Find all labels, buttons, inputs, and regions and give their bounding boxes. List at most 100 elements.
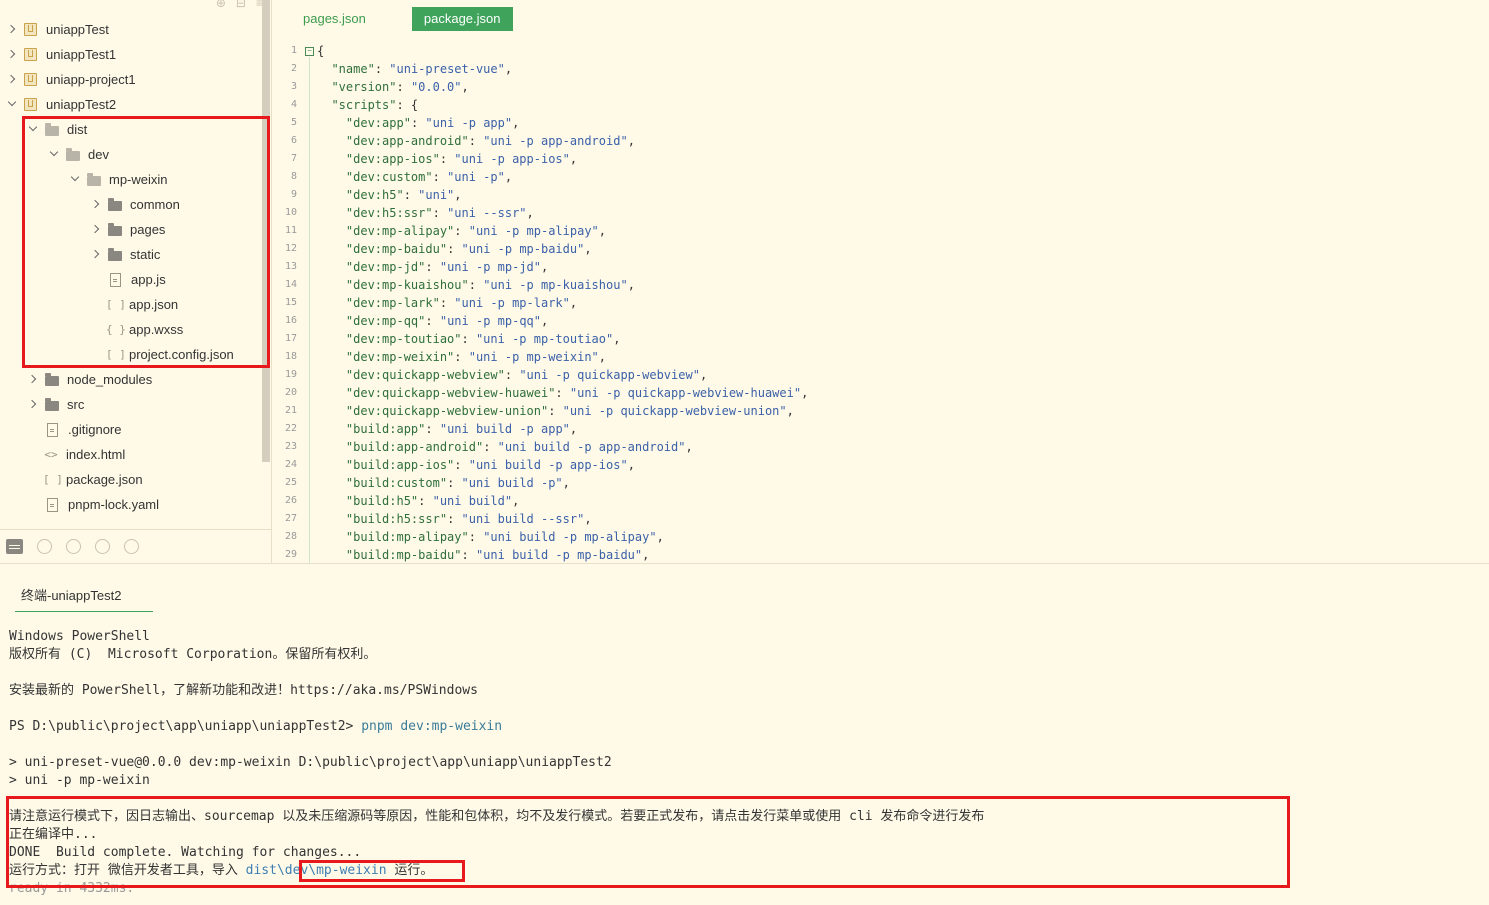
line-number: 26 <box>284 495 297 506</box>
tree-item[interactable]: node_modules <box>0 367 262 392</box>
tree-item[interactable]: { } app.wxss <box>0 317 262 342</box>
code-punct <box>317 296 346 310</box>
folder-icon <box>108 197 122 211</box>
project-explorer: ⊕ ⊟ ≡ uniappTest uniappTest1 uniapp-projec… <box>0 0 272 563</box>
tab-package-json[interactable]: package.json <box>411 7 513 31</box>
tab-terminal[interactable]: 终端-uniappTest2 <box>15 586 153 612</box>
extensions-icon[interactable] <box>37 539 52 554</box>
tree-item-label: static <box>130 247 161 262</box>
code-punct: : <box>468 530 484 544</box>
tree-item[interactable]: src <box>0 392 262 417</box>
chevron-right-icon[interactable] <box>27 374 39 386</box>
chevron-down-icon[interactable] <box>6 99 18 111</box>
chevron-down-icon[interactable] <box>48 149 60 161</box>
tree-item-label: src <box>67 397 85 412</box>
tree-item[interactable]: dist <box>0 117 262 142</box>
browser-icon[interactable] <box>124 539 139 554</box>
tree-item[interactable]: mp-weixin <box>0 167 262 192</box>
code-punct: : <box>468 278 484 292</box>
code-content[interactable]: { "name": "uni-preset-vue", "version": "… <box>317 42 808 563</box>
code-punct: : <box>483 440 498 454</box>
sidebar-scrollbar[interactable] <box>262 0 270 462</box>
terminal-line: 安装最新的 PowerShell，了解新功能和改进！https://aka.ms… <box>9 683 478 698</box>
json-value: "uni build -p mp-baidu" <box>475 548 643 562</box>
code-line: "build:mp-alipay": "uni build -p mp-alip… <box>317 528 808 546</box>
line-number: 19 <box>284 369 297 380</box>
tree-item[interactable]: app.js <box>0 267 262 292</box>
tree-item[interactable]: static <box>0 242 262 267</box>
tree-item-label: uniappTest1 <box>46 47 117 62</box>
chevron-right-icon[interactable] <box>6 24 18 36</box>
terminal-line: 版权所有 (C) Microsoft Corporation。保留所有权利。 <box>9 647 377 662</box>
json-value: "uni" <box>418 188 455 202</box>
code-punct: , <box>801 386 809 400</box>
code-punct: , <box>569 152 578 166</box>
json-key: "build:h5" <box>345 494 419 508</box>
tree-item[interactable]: <> index.html <box>0 442 262 467</box>
tree-item[interactable]: uniapp-project1 <box>0 67 262 92</box>
tree-item[interactable]: uniappTest2 <box>0 92 262 117</box>
code-line: "build:app-android": "uni build -p app-a… <box>317 438 808 456</box>
source-control-icon[interactable] <box>95 539 110 554</box>
code-punct: , <box>541 260 549 274</box>
tree-item-label: mp-weixin <box>109 172 168 187</box>
output-path-link[interactable]: dist\dev\mp-weixin <box>246 863 387 878</box>
chevron-down-icon[interactable] <box>69 174 81 186</box>
tree-item[interactable]: [ ] app.json <box>0 292 262 317</box>
tree-item[interactable]: uniappTest <box>0 17 262 42</box>
tree-item[interactable]: pages <box>0 217 262 242</box>
json-value: "uni -p app-android" <box>483 134 628 148</box>
json-value: "uni -p quickapp-webview-union" <box>562 404 787 418</box>
tree-item[interactable]: common <box>0 192 262 217</box>
collapse-all-icon[interactable]: ⊟ <box>236 0 246 10</box>
project-manager-icon[interactable] <box>6 539 23 554</box>
tree-item-label: common <box>130 197 180 212</box>
line-number: 4 <box>290 99 297 110</box>
code-punct: , <box>562 476 570 490</box>
json-key: "dev:mp-weixin" <box>345 350 455 364</box>
tree-item[interactable]: [ ] project.config.json <box>0 342 262 367</box>
locate-icon[interactable]: ⊕ <box>216 0 226 10</box>
code-line: "dev:custom": "uni -p", <box>317 168 808 186</box>
code-punct: : <box>555 386 570 400</box>
chevron-right-icon[interactable] <box>6 49 18 61</box>
folder-icon <box>45 397 59 411</box>
json-value: "uni -p" <box>447 170 505 184</box>
tree-item-label: app.json <box>129 297 179 312</box>
editor-tabs: pages.json package.json <box>272 7 547 31</box>
code-punct: : <box>425 422 440 436</box>
code-punct: : <box>410 116 426 130</box>
chevron-right-icon[interactable] <box>90 224 102 236</box>
json-key: "dev:mp-toutiao" <box>345 332 462 346</box>
chevron-right-icon[interactable] <box>90 249 102 261</box>
line-number: 21 <box>284 405 297 416</box>
tree-item[interactable]: [ ] package.json <box>0 467 262 492</box>
line-number: 6 <box>290 135 297 146</box>
chevron-right-icon[interactable] <box>6 74 18 86</box>
terminal-line: > uni-preset-vue@0.0.0 dev:mp-weixin D:\… <box>9 755 612 770</box>
code-punct <box>317 278 346 292</box>
run-instructions-prefix: 运行方式：打开 微信开发者工具，导入 <box>9 863 246 878</box>
project-icon <box>24 98 37 111</box>
code-line: "dev:mp-alipay": "uni -p mp-alipay", <box>317 222 808 240</box>
tree-item[interactable]: dev <box>0 142 262 167</box>
code-line: "build:h5:ssr": "uni build --ssr", <box>317 510 808 528</box>
chevron-right-icon[interactable] <box>90 199 102 211</box>
tree-item[interactable]: pnpm-lock.yaml <box>0 492 262 517</box>
tree-item[interactable]: .gitignore <box>0 417 262 442</box>
code-punct <box>317 314 346 328</box>
code-punct: , <box>627 134 635 148</box>
tree-item[interactable]: uniappTest1 <box>0 42 262 67</box>
code-editor[interactable]: pages.json package.json 1 2 3 4 5 6 7 8 9 10 11 12 1… <box>272 0 1489 563</box>
code-punct <box>317 548 346 562</box>
terminal-panel[interactable]: 终端-uniappTest2 Windows PowerShell 版权所有 (… <box>0 563 1489 905</box>
code-punct <box>317 62 331 76</box>
terminal-line: DONE Build complete. Watching for change… <box>9 845 362 860</box>
json-key: "version" <box>331 80 397 94</box>
fold-toggle-icon[interactable]: − <box>305 47 314 56</box>
tab-pages-json[interactable]: pages.json <box>272 7 378 31</box>
chevron-down-icon[interactable] <box>27 124 39 136</box>
code-punct <box>317 512 346 526</box>
chevron-right-icon[interactable] <box>27 399 39 411</box>
debug-icon[interactable] <box>66 539 81 554</box>
